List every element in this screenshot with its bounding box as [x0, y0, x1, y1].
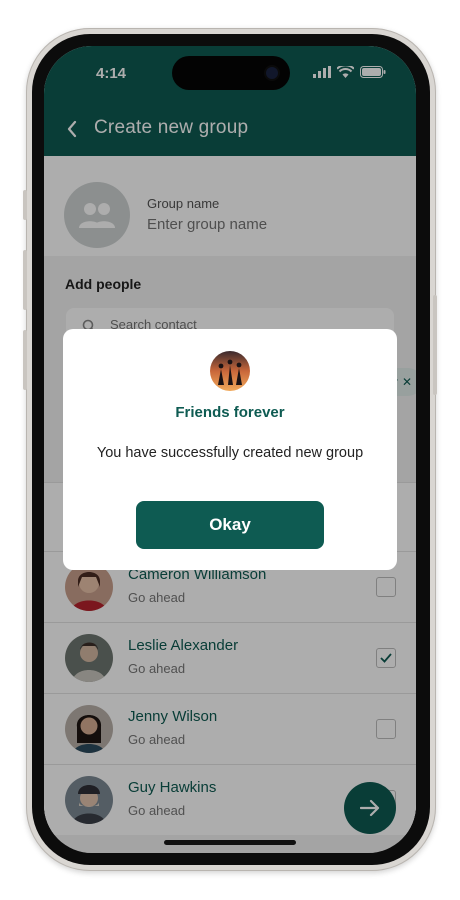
- dialog-title: Friends forever: [175, 404, 285, 421]
- app-screen: 4:14 Create new group Group name Add peo…: [44, 46, 416, 853]
- success-dialog: Friends forever You have successfully cr…: [63, 329, 397, 570]
- phone-volume-up: [23, 250, 27, 310]
- okay-button[interactable]: Okay: [136, 501, 324, 549]
- group-image: [210, 351, 250, 391]
- phone-volume-down: [23, 330, 27, 390]
- phone-side-button: [23, 190, 27, 220]
- home-indicator[interactable]: [164, 840, 296, 845]
- dialog-message: You have successfully created new group: [96, 445, 364, 461]
- phone-power-button: [433, 295, 437, 395]
